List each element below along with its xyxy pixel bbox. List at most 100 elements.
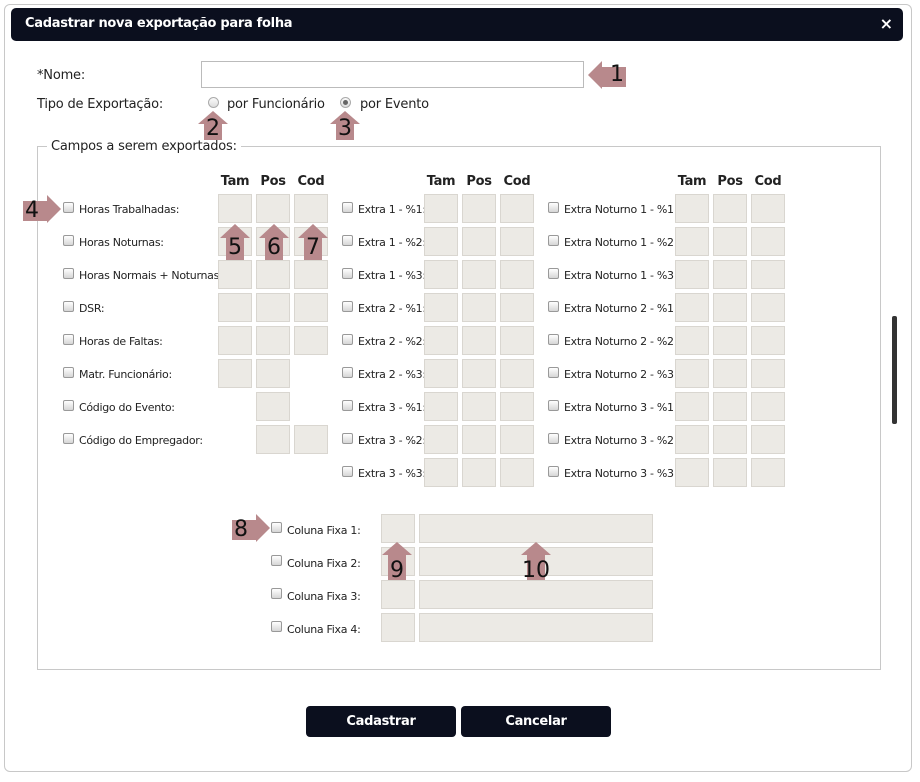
input-extra-noturno-3-0[interactable] — [675, 293, 709, 322]
checkbox-extra-noturno-5[interactable] — [548, 367, 559, 378]
checkbox-extra-noturno-3[interactable] — [548, 301, 559, 312]
input-extra-5-0[interactable] — [424, 359, 458, 388]
input-group1-0-0[interactable] — [218, 194, 252, 223]
input-group1-2-2[interactable] — [294, 260, 328, 289]
input-group1-3-1[interactable] — [256, 293, 290, 322]
input-coluna-fixa-pos-0[interactable] — [381, 514, 415, 543]
input-coluna-fixa-valor-3[interactable] — [419, 613, 653, 642]
input-group1-3-2[interactable] — [294, 293, 328, 322]
input-group1-0-1[interactable] — [256, 194, 290, 223]
input-extra-noturno-2-2[interactable] — [751, 260, 785, 289]
scrollbar-thumb[interactable] — [892, 316, 897, 424]
radio-por-evento-label[interactable]: por Evento — [360, 97, 429, 112]
input-group1-2-1[interactable] — [256, 260, 290, 289]
input-group1-4-0[interactable] — [218, 326, 252, 355]
input-extra-noturno-4-0[interactable] — [675, 326, 709, 355]
input-extra-noturno-0-0[interactable] — [675, 194, 709, 223]
input-extra-noturno-4-2[interactable] — [751, 326, 785, 355]
cancelar-button[interactable]: Cancelar — [461, 706, 611, 737]
checkbox-extra-8[interactable] — [342, 466, 353, 477]
close-icon[interactable]: × — [880, 14, 893, 33]
checkbox-group1-3[interactable] — [63, 301, 74, 312]
checkbox-group1-2[interactable] — [63, 268, 74, 279]
input-extra-3-2[interactable] — [500, 293, 534, 322]
input-extra-noturno-7-0[interactable] — [675, 425, 709, 454]
input-extra-noturno-8-1[interactable] — [713, 458, 747, 487]
input-group1-4-1[interactable] — [256, 326, 290, 355]
checkbox-extra-noturno-7[interactable] — [548, 433, 559, 444]
checkbox-coluna-fixa-2[interactable] — [271, 588, 282, 599]
input-group1-0-2[interactable] — [294, 194, 328, 223]
input-extra-4-2[interactable] — [500, 326, 534, 355]
input-extra-noturno-8-0[interactable] — [675, 458, 709, 487]
input-extra-2-0[interactable] — [424, 260, 458, 289]
input-extra-noturno-0-1[interactable] — [713, 194, 747, 223]
input-group1-7-2[interactable] — [294, 425, 328, 454]
checkbox-coluna-fixa-0[interactable] — [271, 522, 282, 533]
input-extra-noturno-6-2[interactable] — [751, 392, 785, 421]
checkbox-extra-noturno-8[interactable] — [548, 466, 559, 477]
input-extra-noturno-3-2[interactable] — [751, 293, 785, 322]
checkbox-extra-noturno-4[interactable] — [548, 334, 559, 345]
nome-input[interactable] — [201, 61, 584, 88]
checkbox-extra-0[interactable] — [342, 202, 353, 213]
checkbox-group1-5[interactable] — [63, 367, 74, 378]
radio-por-funcionario[interactable] — [208, 97, 219, 108]
radio-por-evento[interactable] — [340, 97, 351, 108]
input-extra-2-1[interactable] — [462, 260, 496, 289]
input-extra-noturno-2-1[interactable] — [713, 260, 747, 289]
radio-por-funcionario-label[interactable]: por Funcionário — [227, 97, 325, 112]
checkbox-coluna-fixa-1[interactable] — [271, 555, 282, 566]
input-extra-noturno-4-1[interactable] — [713, 326, 747, 355]
input-extra-noturno-7-1[interactable] — [713, 425, 747, 454]
input-coluna-fixa-valor-2[interactable] — [419, 580, 653, 609]
checkbox-group1-6[interactable] — [63, 400, 74, 411]
input-group1-5-1[interactable] — [256, 359, 290, 388]
checkbox-extra-noturno-6[interactable] — [548, 400, 559, 411]
input-extra-3-1[interactable] — [462, 293, 496, 322]
input-extra-noturno-5-1[interactable] — [713, 359, 747, 388]
cadastrar-button[interactable]: Cadastrar — [306, 706, 456, 737]
input-group1-5-0[interactable] — [218, 359, 252, 388]
input-group1-7-1[interactable] — [256, 425, 290, 454]
checkbox-extra-2[interactable] — [342, 268, 353, 279]
input-group1-4-2[interactable] — [294, 326, 328, 355]
input-extra-6-0[interactable] — [424, 392, 458, 421]
input-extra-8-0[interactable] — [424, 458, 458, 487]
input-extra-0-0[interactable] — [424, 194, 458, 223]
input-extra-0-2[interactable] — [500, 194, 534, 223]
input-extra-1-2[interactable] — [500, 227, 534, 256]
input-extra-1-0[interactable] — [424, 227, 458, 256]
input-extra-noturno-6-0[interactable] — [675, 392, 709, 421]
input-extra-4-0[interactable] — [424, 326, 458, 355]
input-group1-6-1[interactable] — [256, 392, 290, 421]
checkbox-extra-7[interactable] — [342, 433, 353, 444]
input-extra-1-1[interactable] — [462, 227, 496, 256]
checkbox-extra-noturno-1[interactable] — [548, 235, 559, 246]
input-group1-3-0[interactable] — [218, 293, 252, 322]
input-extra-6-1[interactable] — [462, 392, 496, 421]
input-extra-7-2[interactable] — [500, 425, 534, 454]
input-extra-7-1[interactable] — [462, 425, 496, 454]
checkbox-extra-3[interactable] — [342, 301, 353, 312]
input-coluna-fixa-pos-2[interactable] — [381, 580, 415, 609]
checkbox-group1-1[interactable] — [63, 235, 74, 246]
checkbox-extra-noturno-2[interactable] — [548, 268, 559, 279]
input-extra-noturno-7-2[interactable] — [751, 425, 785, 454]
input-extra-3-0[interactable] — [424, 293, 458, 322]
input-coluna-fixa-pos-3[interactable] — [381, 613, 415, 642]
input-extra-noturno-2-0[interactable] — [675, 260, 709, 289]
input-extra-0-1[interactable] — [462, 194, 496, 223]
input-extra-8-2[interactable] — [500, 458, 534, 487]
checkbox-extra-6[interactable] — [342, 400, 353, 411]
input-extra-4-1[interactable] — [462, 326, 496, 355]
checkbox-extra-noturno-0[interactable] — [548, 202, 559, 213]
input-extra-8-1[interactable] — [462, 458, 496, 487]
checkbox-coluna-fixa-3[interactable] — [271, 621, 282, 632]
input-extra-noturno-3-1[interactable] — [713, 293, 747, 322]
input-extra-6-2[interactable] — [500, 392, 534, 421]
checkbox-extra-4[interactable] — [342, 334, 353, 345]
input-extra-5-1[interactable] — [462, 359, 496, 388]
input-extra-noturno-1-1[interactable] — [713, 227, 747, 256]
input-extra-noturno-0-2[interactable] — [751, 194, 785, 223]
